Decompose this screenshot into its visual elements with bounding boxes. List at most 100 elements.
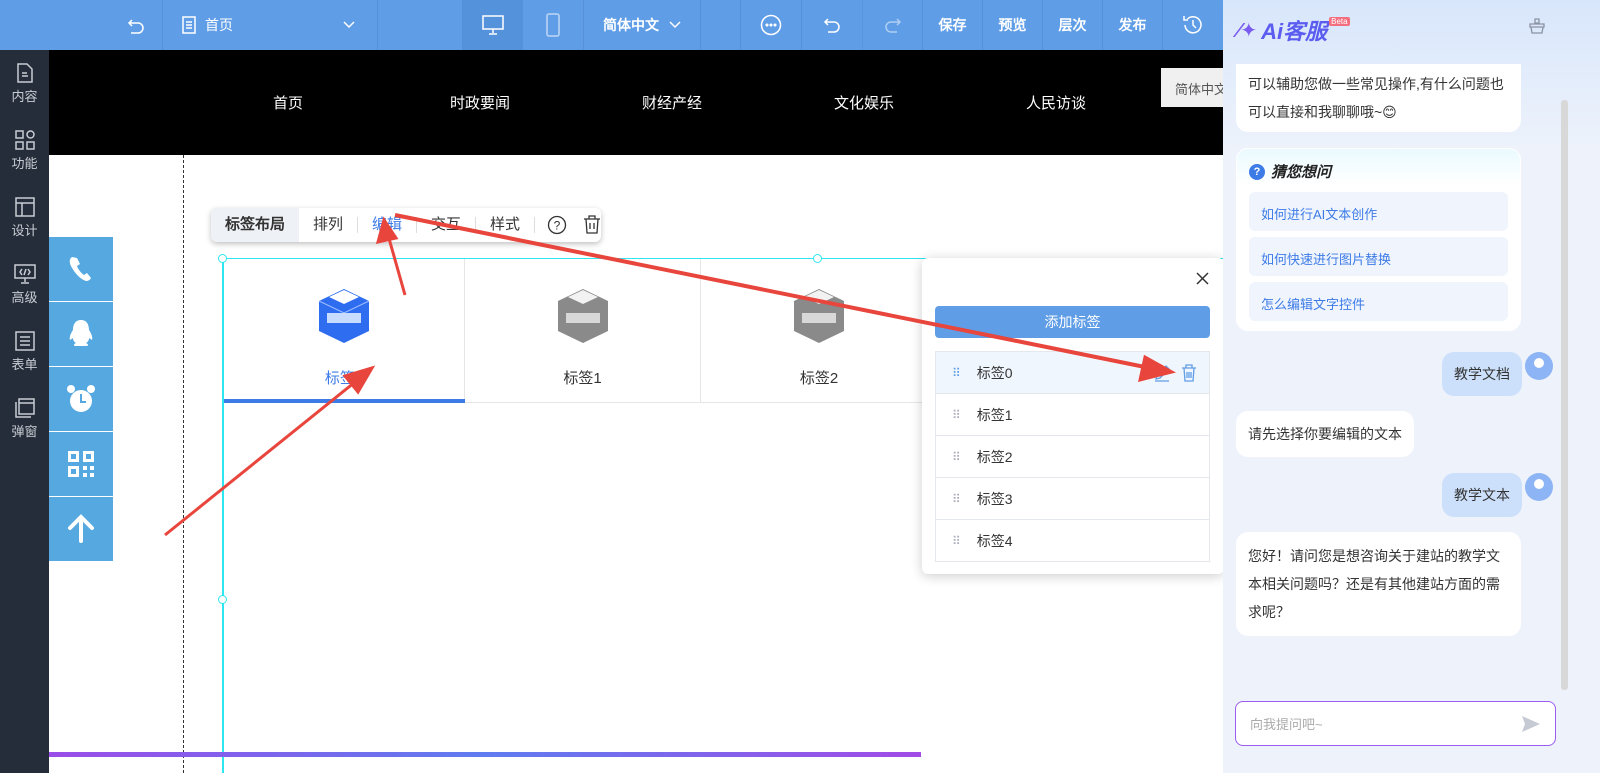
sidebar-label: 内容 (11, 88, 38, 104)
tab-list: ⠿ 标签0 ⠿ 标签1 ⠿ 标签2 ⠿ 标签3 ⠿ 标签4 (935, 351, 1210, 562)
component-toolbar: 标签布局 排列 编辑 交互 样式 ? (211, 208, 601, 242)
resize-handle[interactable] (813, 254, 822, 263)
add-tab-button[interactable]: 添加标签 (935, 306, 1210, 338)
toolbar-style[interactable]: 样式 (476, 217, 535, 233)
chat-input[interactable]: 向我提问吧~ (1235, 701, 1556, 746)
tab-2[interactable]: 标签2 (701, 259, 937, 403)
floating-service-bar (49, 237, 113, 562)
phone-button[interactable] (49, 237, 113, 302)
tab-0[interactable]: 标签0 (224, 259, 465, 403)
tab-label: 标签2 (799, 370, 839, 387)
desktop-icon (481, 15, 504, 35)
nav-item[interactable]: 首页 (273, 92, 303, 113)
send-icon[interactable] (1521, 715, 1541, 733)
question-icon: ? (1249, 163, 1265, 180)
language-select[interactable]: 简体中文 (583, 0, 700, 50)
drag-handle-icon[interactable]: ⠿ (952, 534, 961, 548)
drag-handle-icon[interactable]: ⠿ (952, 366, 961, 380)
help-icon[interactable]: ? (547, 215, 567, 235)
tab-list-item[interactable]: ⠿ 标签3 (936, 478, 1209, 520)
delete-icon[interactable] (583, 215, 601, 235)
tab-label: 标签1 (563, 370, 602, 387)
suggestion-item[interactable]: 如何快速进行图片替换 (1249, 237, 1508, 276)
ai-assistant-panel: ⁄✦ Ai客服 Beta 可以辅助您做一些常见操作,有什么问题也可以直接和我聊聊… (1223, 0, 1600, 773)
drag-handle-icon[interactable]: ⠿ (952, 450, 961, 464)
redo-button[interactable] (862, 0, 922, 50)
tab-list-item[interactable]: ⠿ 标签4 (936, 520, 1209, 562)
history-button[interactable] (1162, 0, 1223, 50)
mobile-view-button[interactable] (522, 0, 583, 50)
desktop-view-button[interactable] (462, 0, 522, 50)
user-avatar (1525, 352, 1553, 380)
qq-button[interactable] (49, 302, 113, 367)
sparkle-icon: ⁄✦ (1237, 19, 1258, 42)
qrcode-button[interactable] (49, 432, 113, 497)
suggestion-header: ? 猜您想问 (1237, 149, 1520, 192)
suggestion-item[interactable]: 如何进行AI文本创作 (1249, 192, 1508, 231)
user-avatar (1525, 473, 1553, 501)
resize-handle[interactable] (218, 254, 227, 263)
chevron-down-icon (669, 21, 681, 29)
beta-badge: Beta (1329, 16, 1350, 26)
save-button[interactable]: 保存 (922, 0, 982, 50)
layers-button[interactable]: 层次 (1042, 0, 1102, 50)
nav-item[interactable]: 文化娱乐 (834, 92, 894, 113)
more-button[interactable] (740, 0, 801, 50)
ai-logo: ⁄✦ Ai客服 Beta (1237, 14, 1350, 46)
editor-topbar: 首页 简体中文 保存 预览 层次 发布 (0, 0, 1223, 50)
toolbar-interaction[interactable]: 交互 (417, 217, 476, 233)
back-to-top-button[interactable] (49, 497, 113, 562)
form-icon (14, 330, 35, 351)
bot-message: 可以辅助您做一些常见操作,有什么问题也可以直接和我聊聊哦~😊 (1236, 64, 1521, 132)
undo-icon (823, 18, 840, 33)
edit-icon[interactable] (1153, 364, 1171, 382)
sidebar-label: 设计 (11, 222, 38, 238)
alarm-button[interactable] (49, 367, 113, 432)
sidebar-item-form[interactable]: 表单 (0, 318, 49, 385)
page-select[interactable]: 首页 (162, 0, 377, 50)
tab-list-item[interactable]: ⠿ 标签2 (936, 436, 1209, 478)
toolbar-edit[interactable]: 编辑 (358, 217, 417, 233)
apps-icon (14, 129, 35, 150)
tab-list-item[interactable]: ⠿ 标签1 (936, 394, 1209, 436)
qrcode-icon (68, 451, 94, 477)
back-button[interactable] (110, 0, 162, 50)
active-tab-indicator (224, 399, 465, 403)
suggestion-title: 猜您想问 (1271, 164, 1332, 181)
tab-item-label: 标签1 (976, 406, 1013, 423)
close-icon[interactable] (1196, 272, 1209, 285)
nav-item[interactable]: 财经产经 (642, 92, 702, 113)
sidebar-label: 表单 (11, 356, 38, 372)
file-icon (16, 62, 33, 83)
popup-icon (14, 397, 35, 418)
nav-item[interactable]: 人民访谈 (1026, 92, 1086, 113)
toolbar-arrange[interactable]: 排列 (299, 217, 358, 233)
sidebar-item-function[interactable]: 功能 (0, 117, 49, 184)
nav-item[interactable]: 时政要闻 (450, 92, 510, 113)
suggestion-card: ? 猜您想问 如何进行AI文本创作 如何快速进行图片替换 怎么编辑文字控件 (1236, 148, 1521, 331)
preview-button[interactable]: 预览 (982, 0, 1042, 50)
suggestion-item[interactable]: 怎么编辑文字控件 (1249, 282, 1508, 321)
mobile-icon (546, 13, 560, 37)
page-name: 首页 (205, 17, 233, 33)
delete-icon[interactable] (1181, 363, 1197, 382)
undo-button[interactable] (801, 0, 862, 50)
sidebar-item-content[interactable]: 内容 (0, 50, 49, 117)
resize-handle[interactable] (218, 595, 227, 604)
drag-handle-icon[interactable]: ⠿ (952, 492, 961, 506)
alarm-icon (67, 385, 95, 412)
sidebar-item-popup[interactable]: 弹窗 (0, 385, 49, 452)
chat-scrollbar[interactable] (1561, 100, 1568, 690)
clear-icon[interactable] (1529, 18, 1545, 34)
site-language-select[interactable]: 简体中文 (1161, 68, 1223, 107)
publish-button[interactable]: 发布 (1102, 0, 1162, 50)
code-icon (13, 263, 36, 284)
phone-icon (69, 257, 91, 281)
sidebar-item-design[interactable]: 设计 (0, 184, 49, 251)
undo-icon (127, 19, 144, 34)
tab-1[interactable]: 标签1 (465, 259, 701, 403)
tab-list-item[interactable]: ⠿ 标签0 (936, 352, 1209, 394)
sidebar-item-advanced[interactable]: 高级 (0, 251, 49, 318)
svg-text:?: ? (554, 219, 561, 233)
drag-handle-icon[interactable]: ⠿ (952, 408, 961, 422)
